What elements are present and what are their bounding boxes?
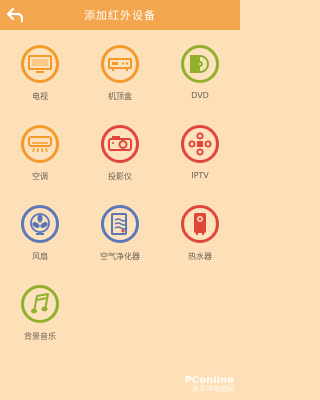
set-top-box-icon (108, 58, 132, 71)
fan-icon (30, 213, 50, 235)
device-item-set-top-box[interactable]: 机顶盒 (80, 36, 160, 116)
watermark-logo: PConline 太平洋电脑网 (185, 375, 234, 394)
device-item-air-conditioner[interactable]: 空调 (0, 116, 80, 196)
dvd-icon (190, 55, 209, 73)
air-purifier-icon (111, 213, 128, 235)
device-item-tv[interactable]: 电视 (0, 36, 80, 116)
device-label: 背景音乐 (24, 332, 56, 341)
tv-icon (28, 55, 52, 73)
device-item-background-music[interactable]: 背景音乐 (0, 276, 80, 356)
device-item-dvd[interactable]: DVD (160, 36, 240, 116)
water-heater-icon (194, 213, 206, 235)
device-item-water-heater[interactable]: 热水器 (160, 196, 240, 276)
back-arrow-icon (7, 8, 23, 22)
device-item-fan[interactable]: 风扇 (0, 196, 80, 276)
device-label: DVD (191, 91, 209, 100)
watermark-sub: 太平洋电脑网 (192, 385, 234, 394)
device-item-iptv[interactable]: IPTV (160, 116, 240, 196)
device-label: IPTV (191, 171, 209, 180)
device-item-projector[interactable]: 投影仪 (80, 116, 160, 196)
device-label: 空气净化器 (100, 252, 140, 261)
device-item-air-purifier[interactable]: 空气净化器 (80, 196, 160, 276)
device-label: 机顶盒 (108, 92, 132, 101)
air-conditioner-icon (28, 136, 52, 153)
device-label: 投影仪 (108, 172, 132, 181)
device-label: 热水器 (188, 252, 212, 261)
device-label: 电视 (32, 92, 48, 101)
top-bar: 添加红外设备 (0, 0, 240, 30)
iptv-icon (188, 132, 212, 156)
device-label: 风扇 (32, 252, 48, 261)
device-label: 空调 (32, 172, 48, 181)
page-title: 添加红外设备 (84, 9, 156, 22)
projector-icon (108, 136, 132, 151)
music-icon (31, 293, 49, 314)
back-button[interactable] (6, 6, 24, 24)
